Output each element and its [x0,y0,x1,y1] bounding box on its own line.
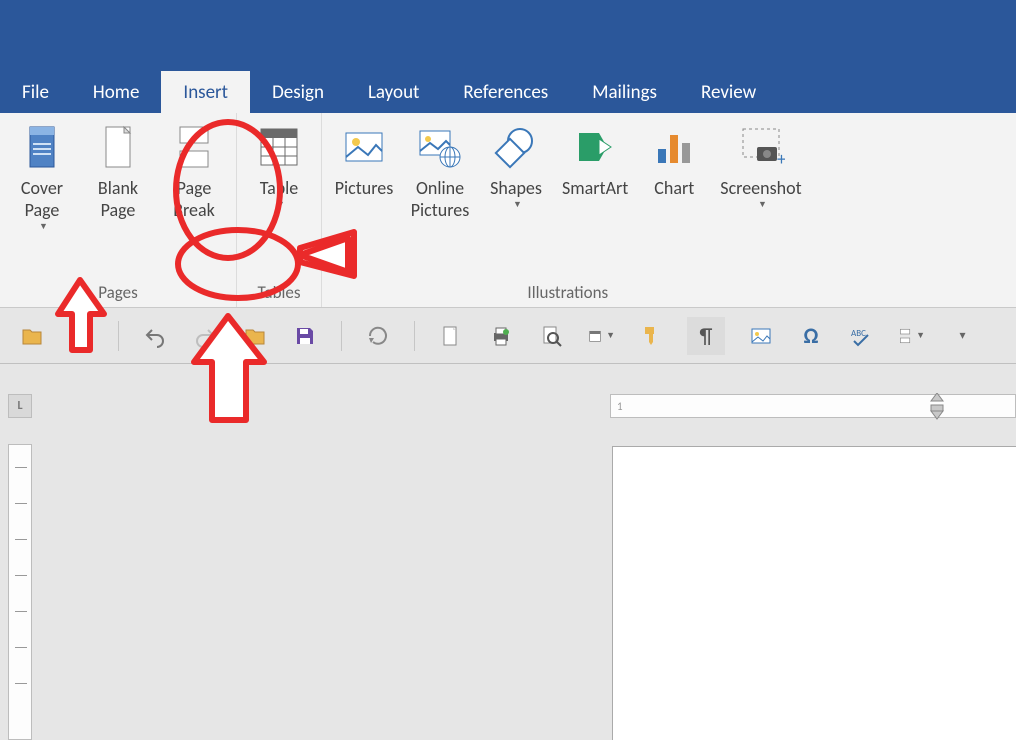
title-bar: File Home Insert Design Layout Reference… [0,0,1016,113]
separator [118,321,119,351]
group-tables: Table ▼ Tables [237,113,322,307]
ribbon: Cover Page ▼ Blank Page Page Break Pages [0,113,1016,308]
templates-icon[interactable] [68,322,96,350]
new-doc-icon[interactable] [437,322,465,350]
smartart-button[interactable]: SmartArt [554,119,636,225]
online-pictures-label: Online Pictures [411,177,470,221]
separator [414,321,415,351]
open-icon[interactable] [18,322,46,350]
shapes-label: Shapes [490,177,542,199]
page-break-label: Page Break [173,177,215,221]
group-pages: Cover Page ▼ Blank Page Page Break Pages [0,113,237,307]
table-icon [255,123,303,171]
tab-mailings[interactable]: Mailings [570,71,679,113]
shapes-icon [492,123,540,171]
picture-icon[interactable] [747,322,775,350]
chevron-down-icon: ▼ [276,199,285,210]
table-label: Table [260,177,299,199]
smartart-label: SmartArt [562,177,628,199]
cover-page-label: Cover Page [21,177,63,221]
group-illustrations: Pictures Online Pictures Shapes ▼ Smart [322,113,814,307]
svg-text:ABC: ABC [851,328,866,339]
blank-page-icon [94,123,142,171]
blank-page-label: Blank Page [98,177,138,221]
paragraph-marks-icon[interactable]: ¶ [687,317,725,355]
redo-icon[interactable] [191,322,219,350]
page-break-qat-icon[interactable]: ▼ [897,322,925,350]
svg-text:+: + [777,148,785,170]
tab-review[interactable]: Review [679,71,778,113]
tab-strip: File Home Insert Design Layout Reference… [0,71,778,113]
indent-marker-icon[interactable] [927,393,947,421]
smartart-icon [571,123,619,171]
chart-button[interactable]: Chart [636,119,712,225]
page-break-icon [170,123,218,171]
date-icon[interactable]: ▼ [587,322,615,350]
separator [341,321,342,351]
tab-insert[interactable]: Insert [161,71,250,113]
horizontal-ruler[interactable]: 1 [610,394,1016,418]
group-label-tables: Tables [257,282,300,307]
tab-design[interactable]: Design [250,71,346,113]
screenshot-icon: + [737,123,785,171]
print-preview-icon[interactable] [537,322,565,350]
chevron-down-icon: ▼ [758,199,767,210]
document-page[interactable] [612,446,1016,740]
more-commands-icon[interactable]: ▾ [947,322,975,350]
group-label-illustrations: Illustrations [527,282,608,307]
online-pictures-icon [416,123,464,171]
tab-file[interactable]: File [0,71,71,113]
tab-home[interactable]: Home [71,71,162,113]
chevron-down-icon: ▼ [513,199,522,210]
tab-references[interactable]: References [441,71,570,113]
group-label-pages: Pages [98,282,138,307]
format-paint-icon[interactable] [637,322,665,350]
chart-icon [650,123,698,171]
table-button[interactable]: Table ▼ [241,119,317,214]
shapes-button[interactable]: Shapes ▼ [478,119,554,225]
save-icon[interactable] [291,322,319,350]
spellcheck-icon[interactable]: ABC [847,322,875,350]
screenshot-label: Screenshot [720,177,801,199]
refresh-icon[interactable] [364,322,392,350]
pictures-label: Pictures [335,177,394,199]
page-break-button[interactable]: Page Break [156,119,232,236]
pictures-button[interactable]: Pictures [326,119,402,225]
cover-page-icon [18,123,66,171]
symbol-icon[interactable]: Ω [797,322,825,350]
cover-page-button[interactable]: Cover Page ▼ [4,119,80,236]
blank-page-button[interactable]: Blank Page [80,119,156,236]
tab-layout[interactable]: Layout [346,71,441,113]
online-pictures-button[interactable]: Online Pictures [402,119,478,225]
quick-access-toolbar: ▼ ¶ Ω ABC ▼ ▾ [0,308,1016,364]
workspace: L 1 [0,364,1016,740]
undo-icon[interactable] [141,322,169,350]
pictures-icon [340,123,388,171]
vertical-ruler[interactable] [8,444,32,740]
open-folder-icon[interactable] [241,322,269,350]
chart-label: Chart [654,177,694,199]
print-icon[interactable] [487,322,515,350]
chevron-down-icon: ▼ [39,221,48,232]
ruler-corner[interactable]: L [8,394,32,418]
screenshot-button[interactable]: + Screenshot ▼ [712,119,809,225]
ruler-mark-1: 1 [617,400,623,413]
